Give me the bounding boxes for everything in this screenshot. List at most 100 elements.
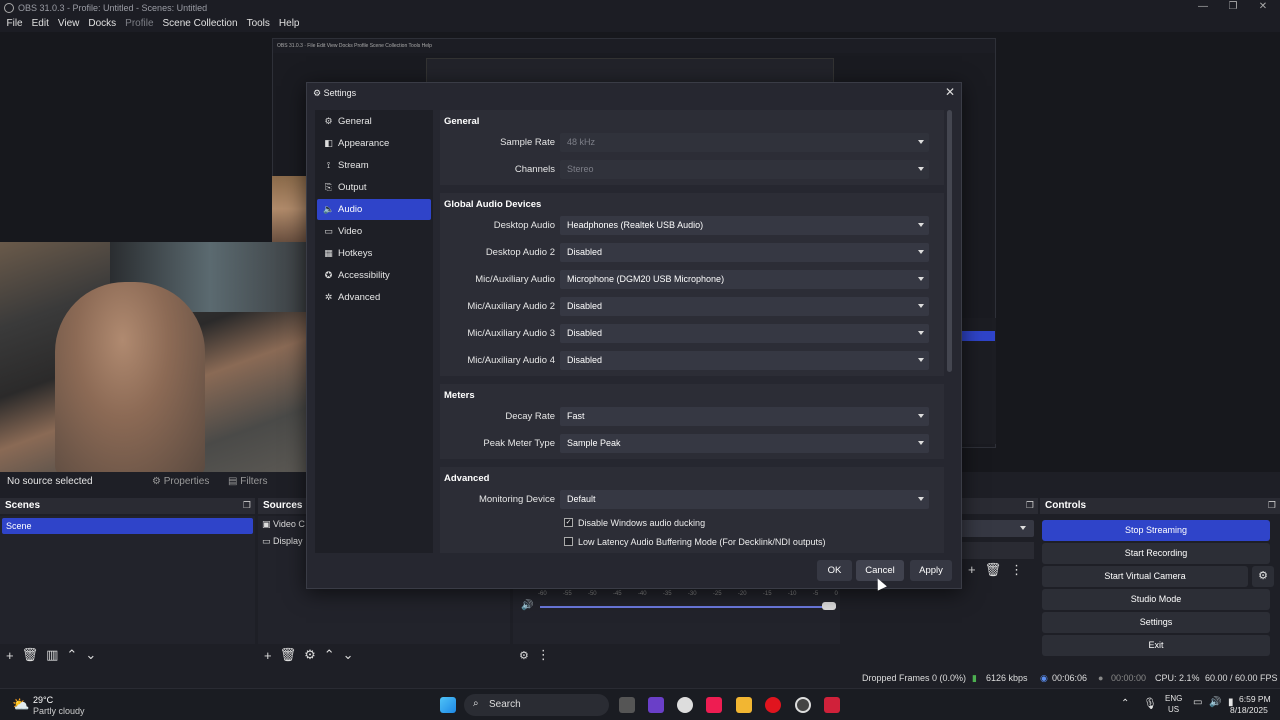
move-down-icon[interactable]: ⌄ [85, 647, 96, 663]
weather-icon[interactable]: ⛅ [12, 696, 29, 713]
menu-docks[interactable]: Docks [85, 18, 120, 29]
mic-audio-select[interactable]: Microphone (DGM20 USB Microphone) [560, 270, 929, 289]
decay-rate-select[interactable]: Fast [560, 407, 929, 426]
menu-view[interactable]: View [54, 18, 83, 29]
properties-button[interactable]: ⚙ Properties [152, 476, 209, 487]
remove-source-icon[interactable]: 🗑 [280, 647, 297, 663]
add-scene-icon[interactable]: + [6, 648, 14, 663]
move-up-icon[interactable]: ⌃ [66, 647, 77, 663]
nav-stream[interactable]: ⟟ Stream [317, 155, 431, 176]
transition-menu-icon[interactable]: ⋮ [1010, 562, 1023, 578]
volume-icon[interactable]: 🔊 [521, 600, 533, 611]
ok-button[interactable]: OK [817, 560, 852, 581]
menu-file[interactable]: File [3, 18, 26, 29]
nav-accessibility[interactable]: ✪ Accessibility [317, 265, 431, 286]
stop-streaming-button[interactable]: Stop Streaming [1042, 520, 1270, 541]
nav-output[interactable]: ⎘ Output [317, 177, 431, 198]
minimize-button[interactable]: — [1188, 0, 1218, 15]
volume-slider-handle[interactable] [822, 602, 836, 610]
tiktok-icon[interactable] [706, 697, 722, 713]
mic-audio-4-select[interactable]: Disabled [560, 351, 929, 370]
network-icon[interactable]: ▭ [1193, 697, 1202, 708]
start-virtual-camera-button[interactable]: Start Virtual Camera [1042, 566, 1248, 587]
setting-row: Peak Meter Type Sample Peak [440, 430, 944, 457]
monitoring-select[interactable]: Default [560, 490, 929, 509]
move-up-icon[interactable]: ⌃ [324, 647, 335, 663]
virtual-camera-settings-icon[interactable]: ⚙ [1252, 566, 1274, 587]
select-value: Microphone (DGM20 USB Microphone) [567, 274, 725, 284]
clock-date[interactable]: 8/18/2025 [1230, 705, 1268, 715]
settings-scrollbar[interactable] [947, 110, 953, 553]
volume-slider[interactable] [540, 606, 836, 608]
undock-icon[interactable]: ❐ [1268, 500, 1276, 511]
move-down-icon[interactable]: ⌄ [343, 647, 354, 663]
scrollbar-thumb[interactable] [947, 110, 952, 372]
microphone-icon[interactable]: 🎙 [1143, 697, 1157, 710]
file-explorer-icon[interactable] [736, 697, 752, 713]
start-recording-button[interactable]: Start Recording [1042, 543, 1270, 564]
settings-button[interactable]: Settings [1042, 612, 1270, 633]
channels-select[interactable]: Stereo [560, 160, 929, 179]
app-icon[interactable] [824, 697, 840, 713]
tray-chevron-icon[interactable]: ⌃ [1121, 698, 1129, 709]
tick-label: -10 [787, 591, 797, 597]
desktop-audio-select[interactable]: Headphones (Realtek USB Audio) [560, 216, 929, 235]
remove-transition-icon[interactable]: 🗑 [985, 562, 1002, 578]
menu-scene-collection[interactable]: Scene Collection [159, 18, 241, 29]
low-latency-checkbox[interactable] [564, 537, 573, 546]
lang-1[interactable]: ENG [1165, 694, 1182, 703]
controls-buttons: Stop Streaming Start Recording Start Vir… [1040, 518, 1278, 656]
scene-filters-icon[interactable]: ▥ [46, 647, 58, 663]
sample-rate-label: Sample Rate [500, 137, 555, 148]
chevron-down-icon [918, 140, 924, 144]
mic-audio-3-select[interactable]: Disabled [560, 324, 929, 343]
chatgpt-icon[interactable] [677, 697, 693, 713]
nav-hotkeys[interactable]: ▦ Hotkeys [317, 243, 431, 264]
select-value: Headphones (Realtek USB Audio) [567, 220, 704, 230]
settings-nav: ⚙ General ◧ Appearance ⟟ Stream ⎘ Output 🔈 Au… [315, 110, 433, 553]
task-view-icon[interactable] [619, 697, 635, 713]
undock-icon[interactable]: ❐ [243, 500, 251, 511]
clock-time[interactable]: 6:59 PM [1239, 694, 1271, 704]
desktop-audio-2-select[interactable]: Disabled [560, 243, 929, 262]
setting-row: Monitoring Device Default [440, 486, 944, 513]
peak-meter-select[interactable]: Sample Peak [560, 434, 929, 453]
scene-item[interactable]: Scene [2, 518, 253, 534]
tick-label: -50 [587, 591, 597, 597]
nav-appearance[interactable]: ◧ Appearance [317, 133, 431, 154]
taskbar-search[interactable]: ⌕ Search [464, 694, 609, 716]
menu-help[interactable]: Help [275, 18, 303, 29]
sample-rate-select[interactable]: 48 kHz [560, 133, 929, 152]
ducking-checkbox[interactable]: ✓ [564, 518, 573, 527]
volume-tray-icon[interactable]: 🔊 [1209, 697, 1221, 708]
menu-edit[interactable]: Edit [28, 18, 52, 29]
exit-button[interactable]: Exit [1042, 635, 1270, 656]
add-transition-icon[interactable]: + [968, 562, 976, 578]
apply-button[interactable]: Apply [910, 560, 952, 581]
lang-2[interactable]: US [1168, 705, 1179, 714]
transition-select[interactable] [960, 520, 1034, 537]
opera-icon[interactable] [765, 697, 781, 713]
windows-start-icon[interactable] [440, 697, 456, 713]
menu-tools[interactable]: Tools [243, 18, 273, 29]
source-settings-icon[interactable]: ⚙ [304, 647, 316, 663]
mic-audio-2-select[interactable]: Disabled [560, 297, 929, 316]
studio-mode-button[interactable]: Studio Mode [1042, 589, 1270, 610]
wrench-icon: ✲ [324, 292, 333, 302]
menu-profile[interactable]: Profile [122, 18, 157, 29]
close-icon[interactable]: ✕ [945, 85, 955, 99]
undock-icon[interactable]: ❐ [1026, 500, 1034, 511]
app-icon[interactable] [648, 697, 664, 713]
add-source-icon[interactable]: + [264, 648, 272, 663]
duration-field[interactable] [960, 542, 1034, 559]
filters-button[interactable]: ▤ Filters [228, 476, 267, 487]
remove-scene-icon[interactable]: 🗑 [22, 647, 39, 663]
chevron-down-icon [918, 223, 924, 227]
nav-video[interactable]: ▭ Video [317, 221, 431, 242]
close-window-button[interactable]: ✕ [1248, 0, 1278, 15]
maximize-button[interactable]: ❐ [1218, 0, 1248, 15]
nav-general[interactable]: ⚙ General [317, 111, 431, 132]
obs-icon[interactable] [795, 697, 811, 713]
nav-audio[interactable]: 🔈 Audio [317, 199, 431, 220]
nav-advanced[interactable]: ✲ Advanced [317, 287, 431, 308]
